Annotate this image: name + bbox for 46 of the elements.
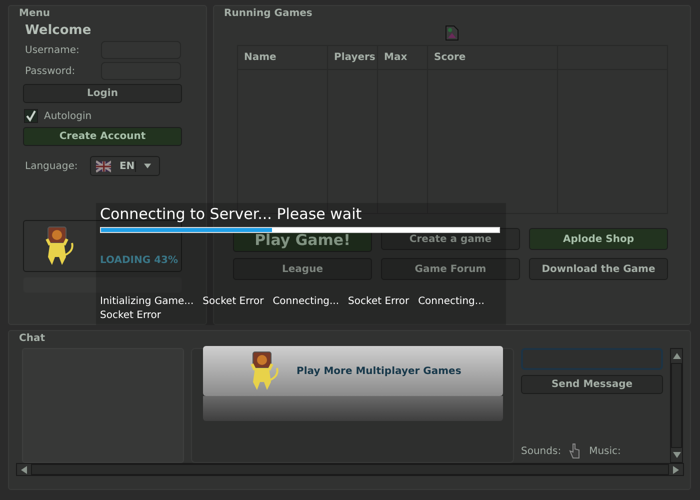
welcome-heading: Welcome — [24, 22, 92, 38]
panel-title: Running Games — [223, 7, 314, 19]
panel-title: Chat — [18, 332, 46, 344]
game-button[interactable]: Download the Game — [529, 258, 668, 280]
game-button[interactable]: Aplode Shop — [529, 228, 668, 250]
column-header[interactable]: Name — [238, 46, 328, 69]
horizontal-scrollbar[interactable] — [16, 463, 684, 476]
log-message: Socket Error — [100, 310, 162, 321]
column-header[interactable]: Score — [428, 46, 558, 69]
scroll-thumb[interactable] — [671, 363, 682, 448]
field-label: Password: — [25, 66, 76, 76]
log-message: Socket Error — [202, 296, 264, 307]
vertical-scrollbar[interactable] — [670, 348, 683, 463]
column-header[interactable]: Players — [328, 46, 378, 69]
login-button[interactable]: Login — [23, 84, 182, 103]
left-arrow-icon — [21, 466, 27, 474]
right-arrow-icon — [673, 466, 679, 474]
loading-title: Connecting to Server... Please wait — [100, 205, 363, 223]
broken-image-icon — [445, 25, 459, 41]
language-dropdown[interactable]: EN — [90, 156, 160, 176]
log-message: Connecting... — [272, 296, 340, 307]
autologin-checkbox[interactable] — [24, 109, 38, 123]
create-account-button[interactable]: Create Account — [23, 127, 182, 146]
games-banner[interactable]: Play More Multiplayer Games — [202, 346, 502, 396]
panel-title: Menu — [18, 7, 51, 19]
flag-icon — [96, 160, 112, 172]
game-button[interactable]: Game Forum — [381, 258, 520, 280]
sounds-label: Sounds: — [521, 446, 562, 456]
game-button[interactable]: League — [233, 258, 372, 280]
hand-cursor-icon — [569, 443, 582, 459]
log-message: Initializing Game... — [100, 296, 194, 307]
music-label: Music: — [589, 446, 621, 456]
loading-status: LOADING 43% — [100, 255, 178, 266]
checkbox-label: Autologin — [44, 110, 92, 122]
dropdown-value: EN — [119, 160, 136, 172]
banner-text: Play More Multiplayer Games — [296, 366, 462, 376]
log-message: Socket Error — [348, 296, 410, 307]
language-label: Language: — [25, 160, 78, 172]
up-arrow-icon — [672, 353, 680, 359]
field-label: Username: — [25, 44, 80, 56]
scroll-thumb[interactable] — [31, 464, 669, 475]
send-message-button[interactable]: Send Message — [521, 375, 663, 394]
column-header[interactable]: Max — [378, 46, 428, 69]
log-message: Connecting... — [418, 296, 484, 307]
down-arrow-icon — [672, 452, 680, 458]
caret-icon — [144, 163, 151, 169]
